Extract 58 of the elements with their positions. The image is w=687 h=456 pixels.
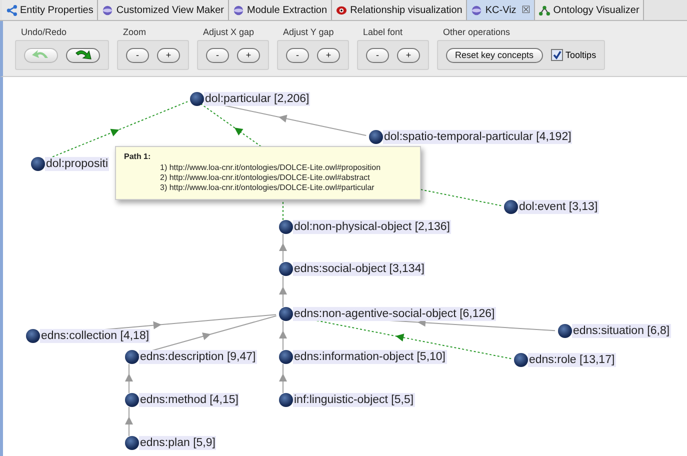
group-label: Other operations [443, 27, 512, 37]
step-button[interactable]: + [157, 48, 180, 62]
tooltip-line: 1) http://www.loa-cnr.it/ontologies/DOLCE-Lite.owl#proposition [160, 163, 382, 173]
step-button[interactable]: + [317, 48, 340, 62]
node-icon [279, 350, 293, 364]
node-icon [279, 393, 293, 407]
node-icon [125, 393, 139, 407]
checkbox[interactable] [550, 49, 563, 61]
step-button[interactable]: + [237, 48, 260, 62]
tab[interactable]: Customized View Maker [98, 0, 230, 20]
tab[interactable]: Entity Properties [2, 0, 98, 20]
subclass-edge [279, 276, 287, 308]
tab[interactable]: Relationship visualization [332, 0, 468, 20]
tooltip-line: 3) http://www.loa-cnr.it/ontologies/DOLCE-Lite.owl#particular [160, 183, 376, 193]
step-button[interactable]: - [206, 48, 229, 62]
node-icon [369, 130, 383, 144]
group-label: Label font [363, 27, 404, 37]
checkbox-label: Tooltips [566, 50, 596, 60]
step-button[interactable]: + [397, 48, 420, 62]
group-label: Zoom [123, 27, 148, 37]
redo-icon [73, 49, 93, 61]
node-icon [125, 350, 139, 364]
orb-icon [471, 4, 482, 16]
tab[interactable]: Ontology Visualizer [535, 0, 644, 20]
reset-button[interactable]: Reset key concepts [446, 48, 543, 62]
tooltip-line: 2) http://www.loa-cnr.it/ontologies/DOLCE-Lite.owl#abstract [160, 173, 371, 183]
group-label: Undo/Redo [21, 27, 68, 37]
node-icon [125, 436, 139, 450]
subclass-edge [279, 364, 287, 394]
tree-icon [539, 4, 550, 16]
node-icon [514, 353, 528, 367]
node-icon [558, 324, 572, 338]
node-icon [279, 262, 293, 276]
subclass-edge [279, 320, 287, 350]
step-button[interactable]: - [286, 48, 309, 62]
eye-icon [336, 4, 348, 16]
step-button[interactable]: - [366, 48, 389, 62]
tooltip-title: Path 1: [124, 152, 152, 161]
close-icon[interactable]: ☒ [521, 4, 530, 16]
step-button[interactable]: - [126, 48, 149, 62]
group-label: Adjust Y gap [283, 27, 335, 37]
tab[interactable]: KC-Viz ☒ [467, 0, 536, 20]
subclass-edge [125, 364, 133, 394]
tab[interactable]: Module Extraction [229, 0, 332, 20]
node-icon [190, 92, 204, 106]
redo-button[interactable] [66, 48, 100, 62]
node-icon [504, 200, 518, 214]
node-icon [279, 307, 293, 321]
subclass-edge [279, 234, 287, 262]
orb-icon [102, 4, 114, 16]
undo-icon [31, 49, 51, 61]
node-icon [31, 157, 45, 171]
share-icon [6, 4, 17, 16]
subclass-edge [125, 406, 133, 436]
node-icon [279, 220, 293, 234]
group-label: Adjust X gap [203, 27, 256, 37]
orb-icon [233, 4, 244, 16]
node-icon [26, 329, 40, 343]
